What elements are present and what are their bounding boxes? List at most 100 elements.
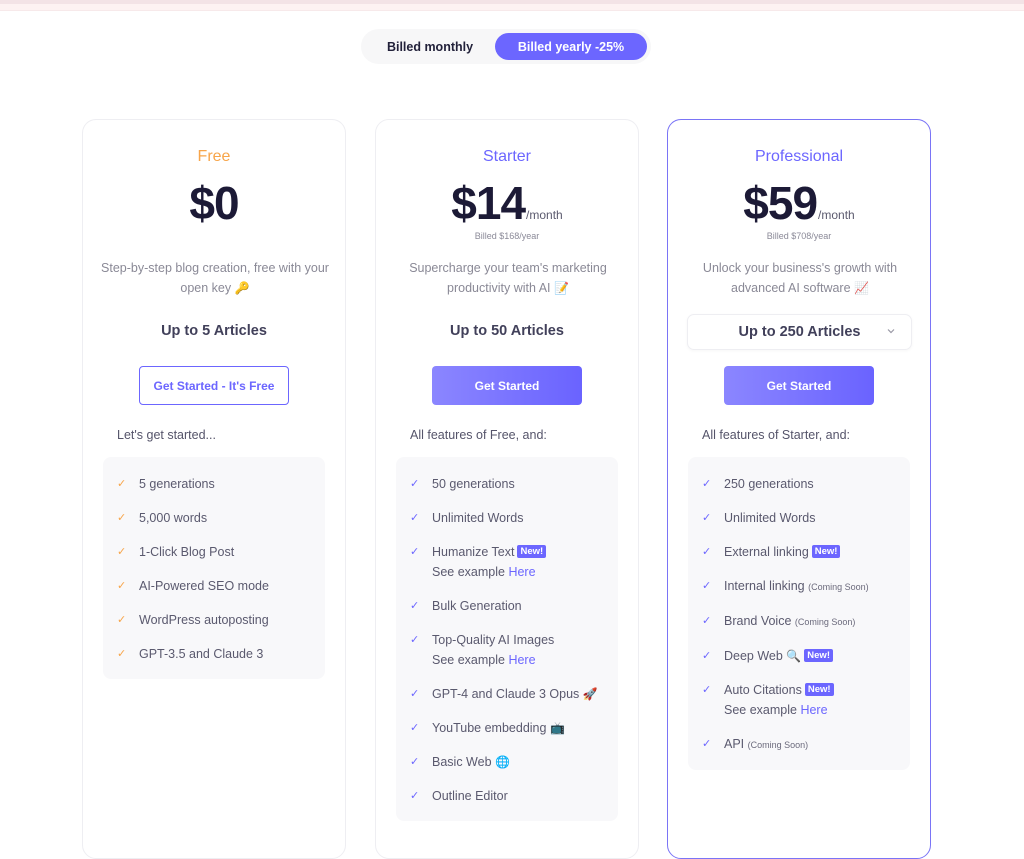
plan-description: Unlock your business's growth with advan… — [686, 258, 914, 298]
check-icon: ✓ — [117, 546, 127, 558]
plan-name: Professional — [754, 148, 844, 165]
feature-body: API (Coming Soon) — [724, 734, 808, 755]
features-list: ✓ 5 generations ✓ 5,000 words ✓ 1-Click Blog … — [103, 457, 325, 679]
feature-item: ✓ GPT-4 and Claude 3 Opus 🚀 — [396, 677, 618, 711]
plan-price: $14 — [451, 177, 526, 229]
feature-text: 5 generations — [139, 477, 215, 491]
feature-text: API — [724, 737, 745, 751]
feature-text: WordPress autoposting — [139, 613, 269, 627]
price-period: /month — [526, 208, 563, 222]
feature-body: Unlimited Words — [724, 508, 815, 528]
plan-card-professional: Professional $59 /month Billed $708/year… — [667, 119, 931, 859]
key-icon: 🔑 — [234, 281, 250, 295]
feature-text: External linking — [724, 545, 809, 559]
articles-select-value: Up to 250 Articles — [738, 324, 861, 340]
plan-card-starter: Starter $14 /month Billed $168/year Supe… — [375, 119, 639, 859]
description-text: Step-by-step blog creation, free with yo… — [101, 261, 329, 295]
new-badge: New! — [517, 545, 547, 558]
feature-emoji-icon: 🌐 — [495, 755, 510, 769]
feature-item: ✓ Brand Voice (Coming Soon) — [688, 604, 910, 639]
feature-text: Auto Citations — [724, 683, 802, 697]
features-intro: Let's get started... — [117, 428, 216, 442]
feature-item: ✓ 50 generations — [396, 467, 618, 501]
plan-description: Supercharge your team's marketing produc… — [394, 258, 622, 298]
feature-body: 5 generations — [139, 474, 215, 494]
feature-item: ✓ AI-Powered SEO mode — [103, 569, 325, 603]
feature-text: AI-Powered SEO mode — [139, 579, 269, 593]
feature-body: GPT-4 and Claude 3 Opus 🚀 — [432, 684, 598, 704]
features-intro: All features of Free, and: — [410, 428, 547, 442]
feature-emoji-icon: 🔍 — [786, 649, 802, 663]
plan-price: $59 — [743, 177, 818, 229]
check-icon: ✓ — [117, 478, 127, 490]
feature-item: ✓ Outline Editor — [396, 779, 618, 813]
get-started-starter-button[interactable]: Get Started — [432, 366, 582, 405]
see-example-text: See example — [432, 565, 505, 579]
example-link[interactable]: Here — [800, 703, 827, 717]
example-link[interactable]: Here — [508, 565, 535, 579]
feature-item: ✓ 5,000 words — [103, 501, 325, 535]
check-icon: ✓ — [410, 546, 420, 558]
feature-text: Humanize Text — [432, 545, 515, 559]
billed-yearly-option[interactable]: Billed yearly -25% — [495, 33, 647, 60]
feature-item: ✓ 1-Click Blog Post — [103, 535, 325, 569]
feature-body: YouTube embedding 📺 — [432, 718, 565, 738]
feature-emoji-icon: 🚀 — [582, 687, 598, 701]
feature-item: ✓ Unlimited Words — [688, 501, 910, 535]
see-example-text: See example — [432, 653, 505, 667]
feature-body: Bulk Generation — [432, 596, 522, 616]
feature-item: ✓ Top-Quality AI Images See example Here — [396, 623, 618, 677]
feature-body: Internal linking (Coming Soon) — [724, 576, 869, 597]
see-example-line: See example Here — [432, 562, 546, 582]
feature-body: Humanize Text New! See example Here — [432, 542, 547, 582]
price-row: $59 /month — [668, 176, 930, 230]
plan-name: Starter — [482, 148, 531, 165]
price-row: $14 /month — [376, 176, 638, 230]
get-started-free-button[interactable]: Get Started - It's Free — [139, 366, 289, 405]
feature-item: ✓ Basic Web 🌐 — [396, 745, 618, 779]
feature-body: Outline Editor — [432, 786, 508, 806]
chart-up-icon: 📈 — [854, 281, 869, 295]
feature-body: 1-Click Blog Post — [139, 542, 234, 562]
check-icon: ✓ — [117, 648, 127, 660]
billed-note: Billed $708/year — [766, 231, 832, 241]
feature-item: ✓ GPT-3.5 and Claude 3 — [103, 637, 325, 671]
plan-name: Free — [197, 148, 231, 165]
billed-monthly-option[interactable]: Billed monthly — [365, 33, 495, 60]
check-icon: ✓ — [117, 580, 127, 592]
feature-text: Brand Voice — [724, 614, 792, 628]
description-text: Supercharge your team's marketing produc… — [409, 261, 607, 295]
feature-body: 5,000 words — [139, 508, 207, 528]
feature-item: ✓ Humanize Text New! See example Here — [396, 535, 618, 589]
feature-text: Unlimited Words — [432, 511, 524, 525]
feature-text: 50 generations — [432, 477, 515, 491]
coming-soon-note: (Coming Soon) — [794, 617, 856, 627]
feature-text: Internal linking — [724, 579, 805, 593]
feature-text: Top-Quality AI Images — [432, 633, 555, 647]
new-badge: New! — [804, 649, 833, 662]
feature-item: ✓ Deep Web 🔍 New! — [688, 639, 910, 673]
see-example-text: See example — [724, 703, 797, 717]
memo-icon: 📝 — [554, 281, 569, 295]
articles-select[interactable]: Up to 250 Articles — [687, 314, 912, 350]
get-started-professional-button[interactable]: Get Started — [724, 366, 874, 405]
billing-toggle[interactable]: Billed monthly Billed yearly -25% — [361, 29, 651, 64]
check-icon: ✓ — [410, 722, 420, 734]
check-icon: ✓ — [702, 650, 712, 662]
check-icon: ✓ — [702, 738, 712, 750]
check-icon: ✓ — [702, 580, 712, 592]
feature-item: ✓ External linking New! — [688, 535, 910, 569]
example-link[interactable]: Here — [508, 653, 535, 667]
plan-card-free: Free $0 Step-by-step blog creation, free… — [82, 119, 346, 859]
billed-note: Billed $168/year — [474, 231, 540, 241]
articles-limit: Up to 5 Articles — [161, 323, 267, 339]
feature-body: AI-Powered SEO mode — [139, 576, 269, 596]
feature-body: 250 generations — [724, 474, 814, 494]
see-example-line: See example Here — [724, 700, 834, 720]
coming-soon-note: (Coming Soon) — [747, 740, 809, 750]
plan-description: Step-by-step blog creation, free with yo… — [101, 258, 329, 298]
feature-text: 1-Click Blog Post — [139, 545, 235, 559]
feature-body: Unlimited Words — [432, 508, 523, 528]
articles-limit: Up to 50 Articles — [450, 323, 564, 339]
check-icon: ✓ — [410, 634, 420, 646]
